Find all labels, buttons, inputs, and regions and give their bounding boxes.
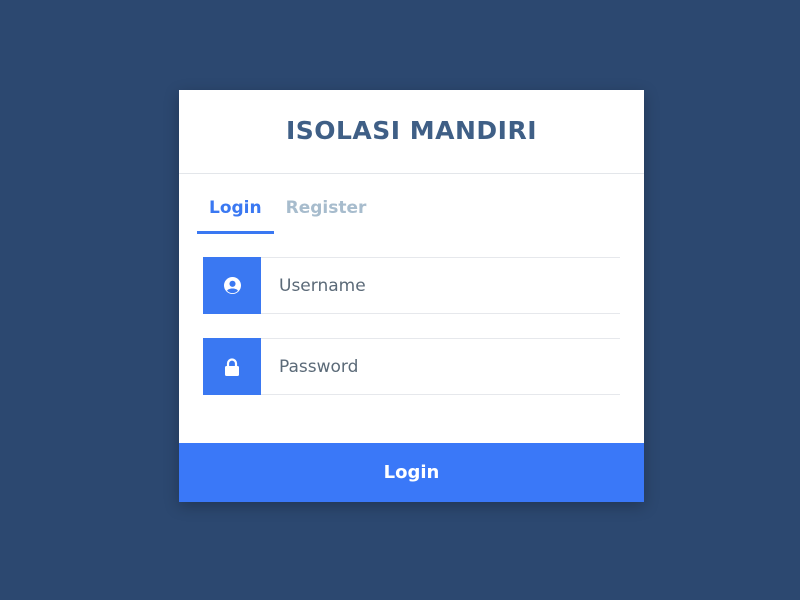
login-button[interactable]: Login: [179, 443, 644, 502]
tab-login[interactable]: Login: [197, 194, 274, 234]
login-card: ISOLASI MANDIRI Login Register Login: [179, 90, 644, 502]
username-field: [203, 257, 620, 314]
password-input[interactable]: [261, 339, 620, 394]
password-field: [203, 338, 620, 395]
username-input[interactable]: [261, 258, 620, 313]
user-circle-icon: [203, 257, 261, 314]
auth-tabs: Login Register: [197, 194, 378, 234]
card-header: ISOLASI MANDIRI: [179, 90, 644, 174]
page-title: ISOLASI MANDIRI: [285, 116, 538, 145]
tab-register[interactable]: Register: [274, 194, 379, 232]
lock-icon: [203, 338, 261, 395]
